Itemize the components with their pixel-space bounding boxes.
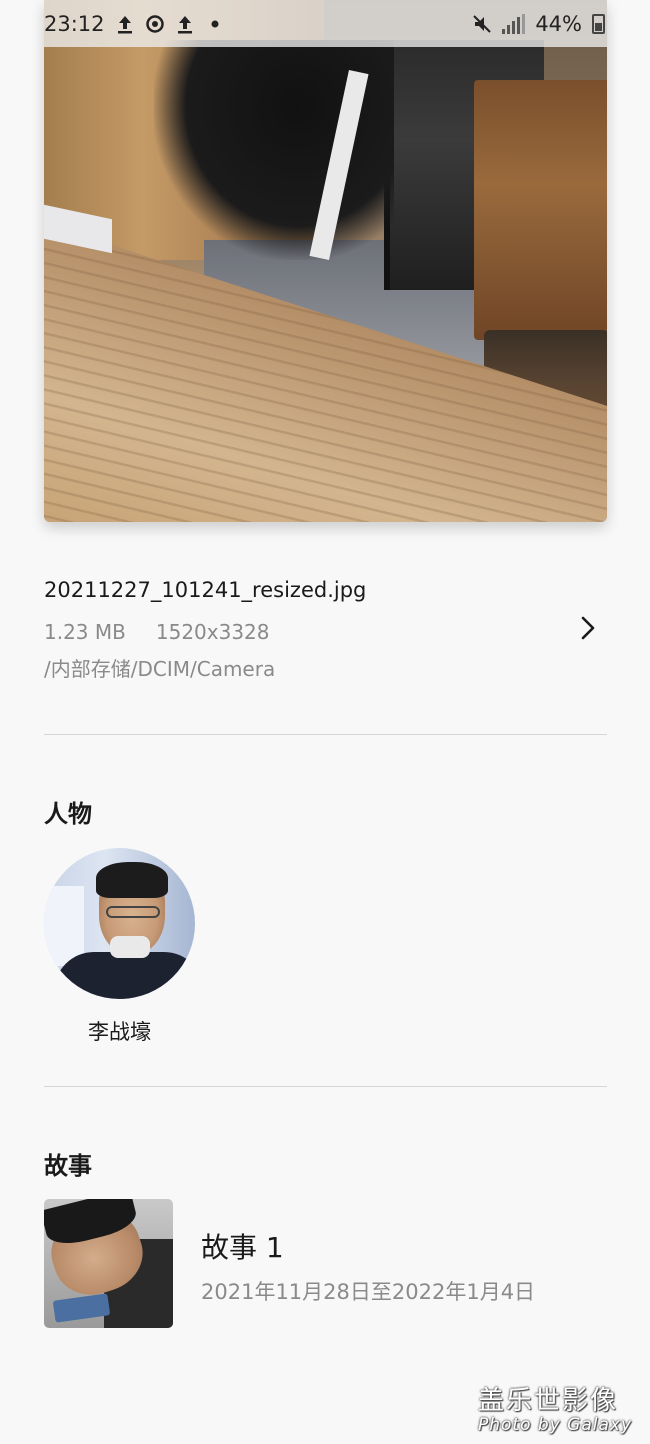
chevron-right-icon[interactable] [572,612,604,644]
status-bar: 23:12 44% [44,0,607,47]
upload-icon [115,13,135,35]
battery-icon [592,13,605,34]
avatar-hair [96,862,168,898]
battery-percent: 44% [535,11,582,36]
signal-icon [502,13,526,34]
file-name: 20211227_101241_resized.jpg [44,578,367,602]
divider [44,734,607,735]
stories-section-title: 故事 [44,1152,92,1180]
watermark-line1: 盖乐世影像 [478,1386,619,1416]
photo-chair [474,80,607,340]
sync-icon [145,13,165,35]
photo-preview[interactable] [44,0,607,522]
divider [44,1086,607,1087]
status-bar-right: 44% [472,12,605,36]
status-time: 23:12 [44,11,105,36]
file-meta: 1.23 MB 1520x3328 [44,620,270,644]
upload-icon [175,13,195,35]
story-thumbnail[interactable] [44,1199,173,1328]
file-path: /内部存储/DCIM/Camera [44,657,276,681]
avatar-glasses [106,906,160,918]
file-resolution: 1520x3328 [155,620,270,644]
avatar-mask [110,936,150,958]
status-bar-left: 23:12 [44,12,225,36]
watermark-line2: Photo by Galaxy [478,1415,633,1435]
dot-icon [205,13,225,35]
story-title[interactable]: 故事 1 [201,1226,284,1266]
mute-icon [472,13,492,35]
person-name[interactable]: 李战壕 [44,1016,195,1046]
story-thumb-phone [52,1293,111,1323]
story-date-range: 2021年11月28日至2022年1月4日 [201,1280,536,1304]
camera-watermark: 盖乐世影像 Photo by Galaxy [478,1380,643,1435]
avatar-body [54,952,195,999]
people-section-title: 人物 [44,800,92,828]
file-size: 1.23 MB [44,620,126,644]
person-avatar[interactable] [44,848,195,999]
